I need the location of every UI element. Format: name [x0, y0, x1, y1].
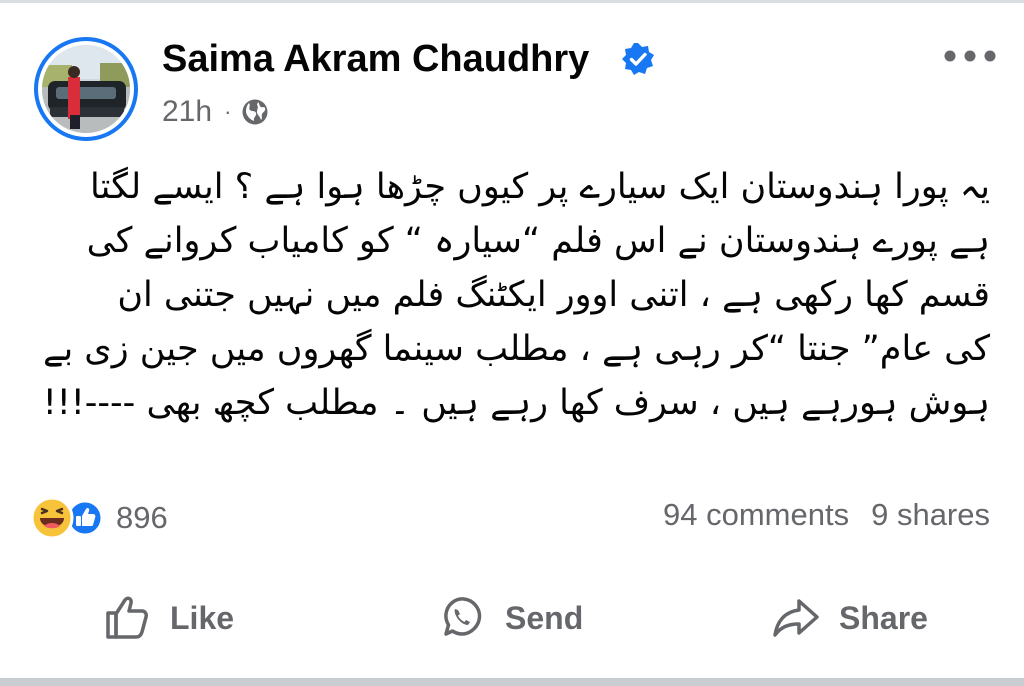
shares-count-link[interactable]: 9 shares — [871, 497, 990, 533]
avatar-photo — [42, 45, 130, 133]
globe-icon[interactable] — [241, 98, 269, 126]
post-text-line: قسم کھا رکھی ہے ، اتنی اوور ایکٹنگ فلم م… — [117, 275, 990, 315]
more-icon — [944, 50, 996, 62]
reaction-count: 896 — [116, 500, 168, 535]
post-text-line: کی عام” جنتا “کر رہی ہے ، مطلب سینما گھر… — [42, 329, 990, 369]
share-button[interactable]: Share — [771, 590, 928, 646]
share-arrow-icon — [773, 599, 819, 637]
post-text-line: ہے پورے ہندوستان نے اس فلم “سیارہ “ کو ک… — [86, 221, 990, 261]
send-label: Send — [505, 599, 584, 636]
haha-icon — [30, 496, 74, 540]
more-options-button[interactable] — [940, 39, 1000, 73]
post-text-line: یہ پورا ہندوستان ایک سیارے پر کیوں چڑھا … — [89, 167, 990, 207]
like-button[interactable]: Like — [102, 590, 234, 646]
whatsapp-icon — [444, 597, 482, 636]
meta-separator: · — [224, 99, 232, 124]
post-meta: 21h · — [162, 95, 269, 129]
avatar[interactable] — [34, 37, 138, 141]
share-label: Share — [839, 599, 928, 636]
post-action-bar: Like Send Share — [0, 575, 1024, 663]
comments-count-link[interactable]: 94 comments — [663, 497, 849, 533]
post-body: یہ پورا ہندوستان ایک سیارے پر کیوں چڑھا … — [40, 160, 990, 480]
thumbs-up-icon — [106, 596, 148, 639]
like-label: Like — [170, 599, 235, 636]
post-time[interactable]: 21h — [162, 95, 212, 129]
bottom-divider — [0, 678, 1024, 686]
avatar-photo-icon — [42, 45, 130, 133]
engagement-counts: 94 comments 9 shares — [663, 497, 990, 533]
author-name[interactable]: Saima Akram Chaudhry — [162, 38, 589, 81]
verified-badge-icon — [622, 43, 654, 75]
send-button[interactable]: Send — [437, 590, 583, 646]
reactions-summary[interactable]: 896 — [30, 496, 168, 540]
top-divider — [0, 0, 1024, 3]
post-text-line: ہوش ہورہے ہیں ، سرف کھا رہے ہیں ۔ مطلب ک… — [42, 383, 990, 423]
